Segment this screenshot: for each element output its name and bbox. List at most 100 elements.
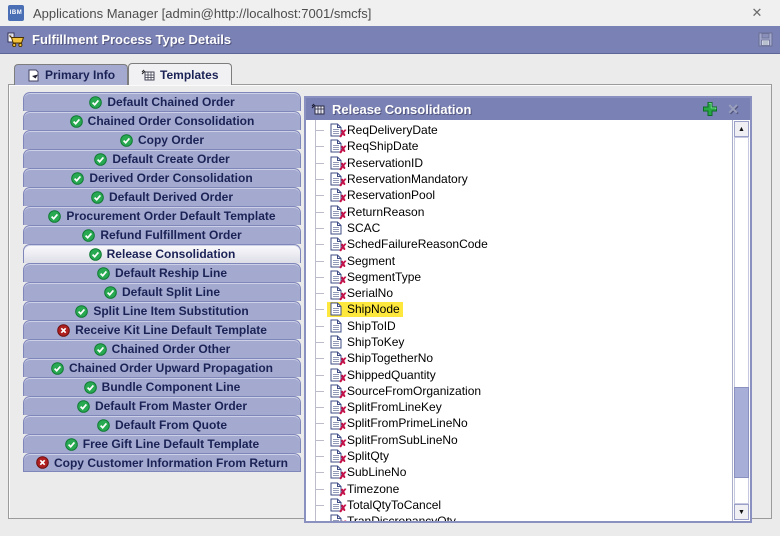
document-icon: ✗ (330, 123, 342, 137)
attribute-node-inner: ShipToID (327, 318, 399, 333)
process-type-label: Chained Order Other (112, 342, 231, 356)
process-type-label: Derived Order Consolidation (89, 171, 252, 185)
attribute-label: ReqShipDate (347, 139, 418, 153)
attribute-label: ShipNode (347, 302, 400, 316)
process-type-row[interactable]: Copy Order (23, 130, 301, 149)
attribute-node[interactable]: ✗ ReservationID (312, 155, 730, 171)
process-type-row[interactable]: Refund Fulfillment Order (23, 225, 301, 244)
attribute-node[interactable]: ShipToKey (312, 334, 730, 350)
process-type-row[interactable]: Split Line Item Substitution (23, 301, 301, 320)
document-icon: ✗ (330, 286, 342, 300)
check-circle-icon (48, 210, 61, 223)
process-type-row[interactable]: Default Reship Line (23, 263, 301, 282)
attribute-node[interactable]: ✗ ReturnReason (312, 203, 730, 219)
attribute-label: ReservationMandatory (347, 172, 468, 186)
attribute-node[interactable]: ✗ SplitFromPrimeLineNo (312, 415, 730, 431)
attribute-node[interactable]: ✗ ReservationMandatory (312, 171, 730, 187)
attribute-node[interactable]: ✗ SplitQty (312, 448, 730, 464)
attribute-label: ShipToKey (347, 335, 404, 349)
process-type-label: Refund Fulfillment Order (100, 228, 241, 242)
check-circle-icon (77, 400, 90, 413)
process-type-row[interactable]: Default Split Line (23, 282, 301, 301)
attribute-node-inner: ✗ ReqShipDate (327, 139, 421, 154)
process-type-row[interactable]: Default Create Order (23, 149, 301, 168)
attribute-node-inner: ✗ SplitFromLineKey (327, 400, 445, 415)
check-circle-icon (75, 305, 88, 318)
scroll-up-icon[interactable]: ▲ (734, 121, 749, 137)
process-type-row[interactable]: Copy Customer Information From Return (23, 453, 301, 472)
process-type-row[interactable]: Release Consolidation (23, 244, 301, 263)
attribute-label: SplitFromPrimeLineNo (347, 416, 468, 430)
process-type-row[interactable]: Default From Quote (23, 415, 301, 434)
attribute-label: Segment (347, 254, 395, 268)
process-type-row[interactable]: Receive Kit Line Default Template (23, 320, 301, 339)
attribute-node[interactable]: SCAC (312, 220, 730, 236)
process-type-row[interactable]: Bundle Component Line (23, 377, 301, 396)
attribute-label: SegmentType (347, 270, 421, 284)
vertical-scrollbar[interactable]: ▲ ▼ (732, 120, 750, 521)
document-icon: ✗ (330, 465, 342, 479)
attribute-node-inner: ✗ ReservationPool (327, 188, 438, 203)
template-panel-body: ✗ ReqDeliveryDate ✗ ReqShipDate (306, 120, 750, 521)
attribute-node[interactable]: ✗ Segment (312, 252, 730, 268)
attribute-label: SchedFailureReasonCode (347, 237, 488, 251)
attribute-node[interactable]: ✗ TotalQtyToCancel (312, 497, 730, 513)
process-type-row[interactable]: Procurement Order Default Template (23, 206, 301, 225)
attribute-node[interactable]: ✗ SplitFromLineKey (312, 399, 730, 415)
process-type-row[interactable]: Derived Order Consolidation (23, 168, 301, 187)
process-type-label: Chained Order Consolidation (88, 114, 255, 128)
attribute-node[interactable]: ✗ SchedFailureReasonCode (312, 236, 730, 252)
attribute-node-inner: ✗ SerialNo (327, 286, 396, 301)
attribute-node[interactable]: ✗ Timezone (312, 481, 730, 497)
document-icon: ✗ (330, 384, 342, 398)
process-type-row[interactable]: Default Derived Order (23, 187, 301, 206)
attribute-node[interactable]: ✗ ReqDeliveryDate (312, 122, 730, 138)
attribute-node[interactable]: ✗ TranDiscrepancyQty (312, 513, 730, 521)
attribute-label: SplitFromLineKey (347, 400, 442, 414)
add-attribute-icon[interactable] (702, 101, 718, 117)
page-header: Fulfillment Process Type Details (0, 26, 780, 54)
tab-templates[interactable]: Templates (128, 63, 231, 85)
attribute-node[interactable]: ShipNode (312, 301, 730, 317)
attribute-node-inner: ✗ ShipTogetherNo (327, 351, 436, 366)
scrollbar-thumb[interactable] (734, 387, 749, 478)
attribute-node[interactable]: ✗ SplitFromSubLineNo (312, 432, 730, 448)
attribute-node[interactable]: ✗ ShipTogetherNo (312, 350, 730, 366)
scroll-down-icon[interactable]: ▼ (734, 504, 749, 520)
document-icon: ✗ (330, 205, 342, 219)
attribute-node-inner: ✗ ReqDeliveryDate (327, 123, 441, 138)
close-icon[interactable]: ✕ (734, 0, 780, 26)
document-icon: ✗ (330, 433, 342, 447)
attribute-node[interactable]: ShipToID (312, 318, 730, 334)
attribute-label: SourceFromOrganization (347, 384, 481, 398)
process-type-row[interactable]: Chained Order Upward Propagation (23, 358, 301, 377)
attribute-node-inner: ✗ ReservationMandatory (327, 172, 471, 187)
template-detail-panel: Release Consolidation ✕ ✗ (304, 96, 752, 523)
process-type-row[interactable]: Chained Order Other (23, 339, 301, 358)
attribute-node[interactable]: ✗ SubLineNo (312, 464, 730, 480)
check-circle-icon (70, 115, 83, 128)
attribute-node-inner: ✗ TotalQtyToCancel (327, 497, 444, 512)
save-icon[interactable] (758, 32, 773, 47)
attribute-node-inner: ✗ Timezone (327, 481, 402, 496)
process-type-row[interactable]: Default Chained Order (23, 92, 301, 111)
attribute-node[interactable]: ✗ ReservationPool (312, 187, 730, 203)
attribute-node[interactable]: ✗ ShippedQuantity (312, 366, 730, 382)
attribute-node[interactable]: ✗ SourceFromOrganization (312, 383, 730, 399)
delete-attribute-icon[interactable]: ✕ (725, 101, 745, 118)
attribute-node[interactable]: ✗ ReqShipDate (312, 138, 730, 154)
tab-primary-info[interactable]: Primary Info (14, 64, 128, 85)
check-circle-icon (89, 248, 102, 261)
process-type-row[interactable]: Free Gift Line Default Template (23, 434, 301, 453)
attribute-node[interactable]: ✗ SegmentType (312, 269, 730, 285)
attribute-node[interactable]: ✗ SerialNo (312, 285, 730, 301)
process-type-label: Default Reship Line (115, 266, 227, 280)
process-type-row[interactable]: Default From Master Order (23, 396, 301, 415)
cart-document-icon (7, 32, 25, 48)
document-icon (330, 221, 342, 235)
attribute-label: SerialNo (347, 286, 393, 300)
attribute-node-inner: ShipNode (327, 302, 403, 317)
process-type-row[interactable]: Chained Order Consolidation (23, 111, 301, 130)
workspace: Primary Info Templates Default Chained O… (0, 54, 780, 536)
attribute-label: ShipTogetherNo (347, 351, 433, 365)
